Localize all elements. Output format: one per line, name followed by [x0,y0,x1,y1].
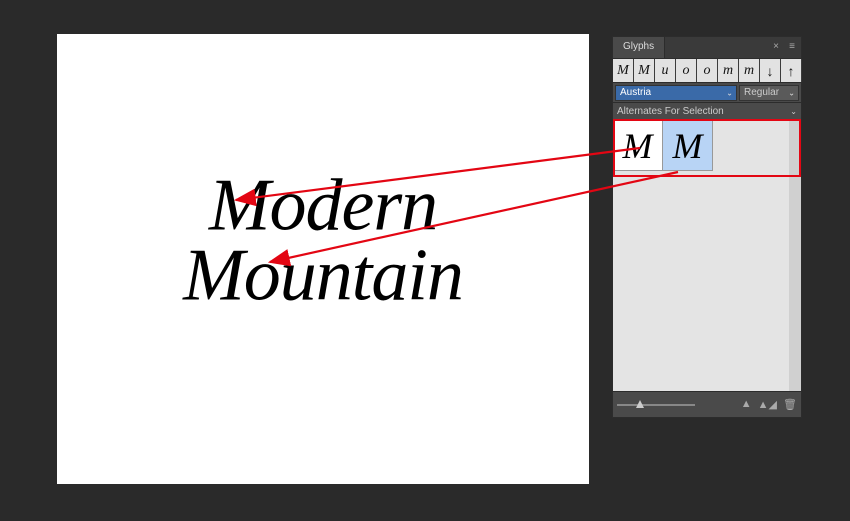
text-line-1: Modern [183,171,463,241]
panel-footer: ▲ ▲◢ 🗑 [613,391,801,417]
font-family-value: Austria [620,87,651,98]
glyphs-panel: Glyphs × ≡ M M u o o m m ↓ ↑ Austria ⌄ R… [612,36,802,418]
recent-glyphs-strip: M M u o o m m ↓ ↑ [613,59,801,83]
chevron-down-icon: ⌄ [790,107,797,116]
show-mode-value: Alternates For Selection [617,106,724,117]
trash-icon[interactable]: 🗑 [783,398,797,411]
chevron-down-icon: ⌄ [726,88,733,97]
recent-glyph[interactable]: o [697,59,718,82]
zoom-slider[interactable] [617,400,695,410]
font-style-value: Regular [744,87,779,98]
glyph-grid: M M [613,121,801,391]
arrow-down-icon[interactable]: ↓ [760,59,781,82]
zoom-thumb[interactable] [636,400,644,408]
glyph-alternate-selected[interactable]: M [663,121,713,171]
text-line-2: Mountain [183,241,463,311]
scrollbar[interactable] [789,121,801,391]
recent-glyph[interactable]: u [655,59,676,82]
panel-tab-glyphs[interactable]: Glyphs [613,37,665,58]
recent-glyph[interactable]: M [613,59,634,82]
chevron-down-icon: ⌄ [788,88,795,97]
arrow-up-icon[interactable]: ↑ [781,59,802,82]
glyph-alternate[interactable]: M [613,121,663,171]
recent-glyph[interactable]: o [676,59,697,82]
zoom-out-icon[interactable]: ▲ [741,398,752,411]
recent-glyph[interactable]: M [634,59,655,82]
panel-menu-icon[interactable]: ≡ [785,39,799,53]
document-canvas[interactable]: Modern Mountain [57,34,589,484]
recent-glyph[interactable]: m [739,59,760,82]
font-style-select[interactable]: Regular ⌄ [739,85,799,101]
footer-icons: ▲ ▲◢ 🗑 [741,398,797,411]
zoom-track [617,404,695,406]
zoom-in-icon[interactable]: ▲◢ [758,398,777,411]
close-icon[interactable]: × [769,39,783,53]
show-mode-select[interactable]: Alternates For Selection ⌄ [613,103,801,121]
recent-glyph[interactable]: m [718,59,739,82]
font-row: Austria ⌄ Regular ⌄ [613,83,801,103]
canvas-text[interactable]: Modern Mountain [183,171,463,312]
font-family-select[interactable]: Austria ⌄ [615,85,737,101]
panel-tabbar: Glyphs × ≡ [613,37,801,59]
